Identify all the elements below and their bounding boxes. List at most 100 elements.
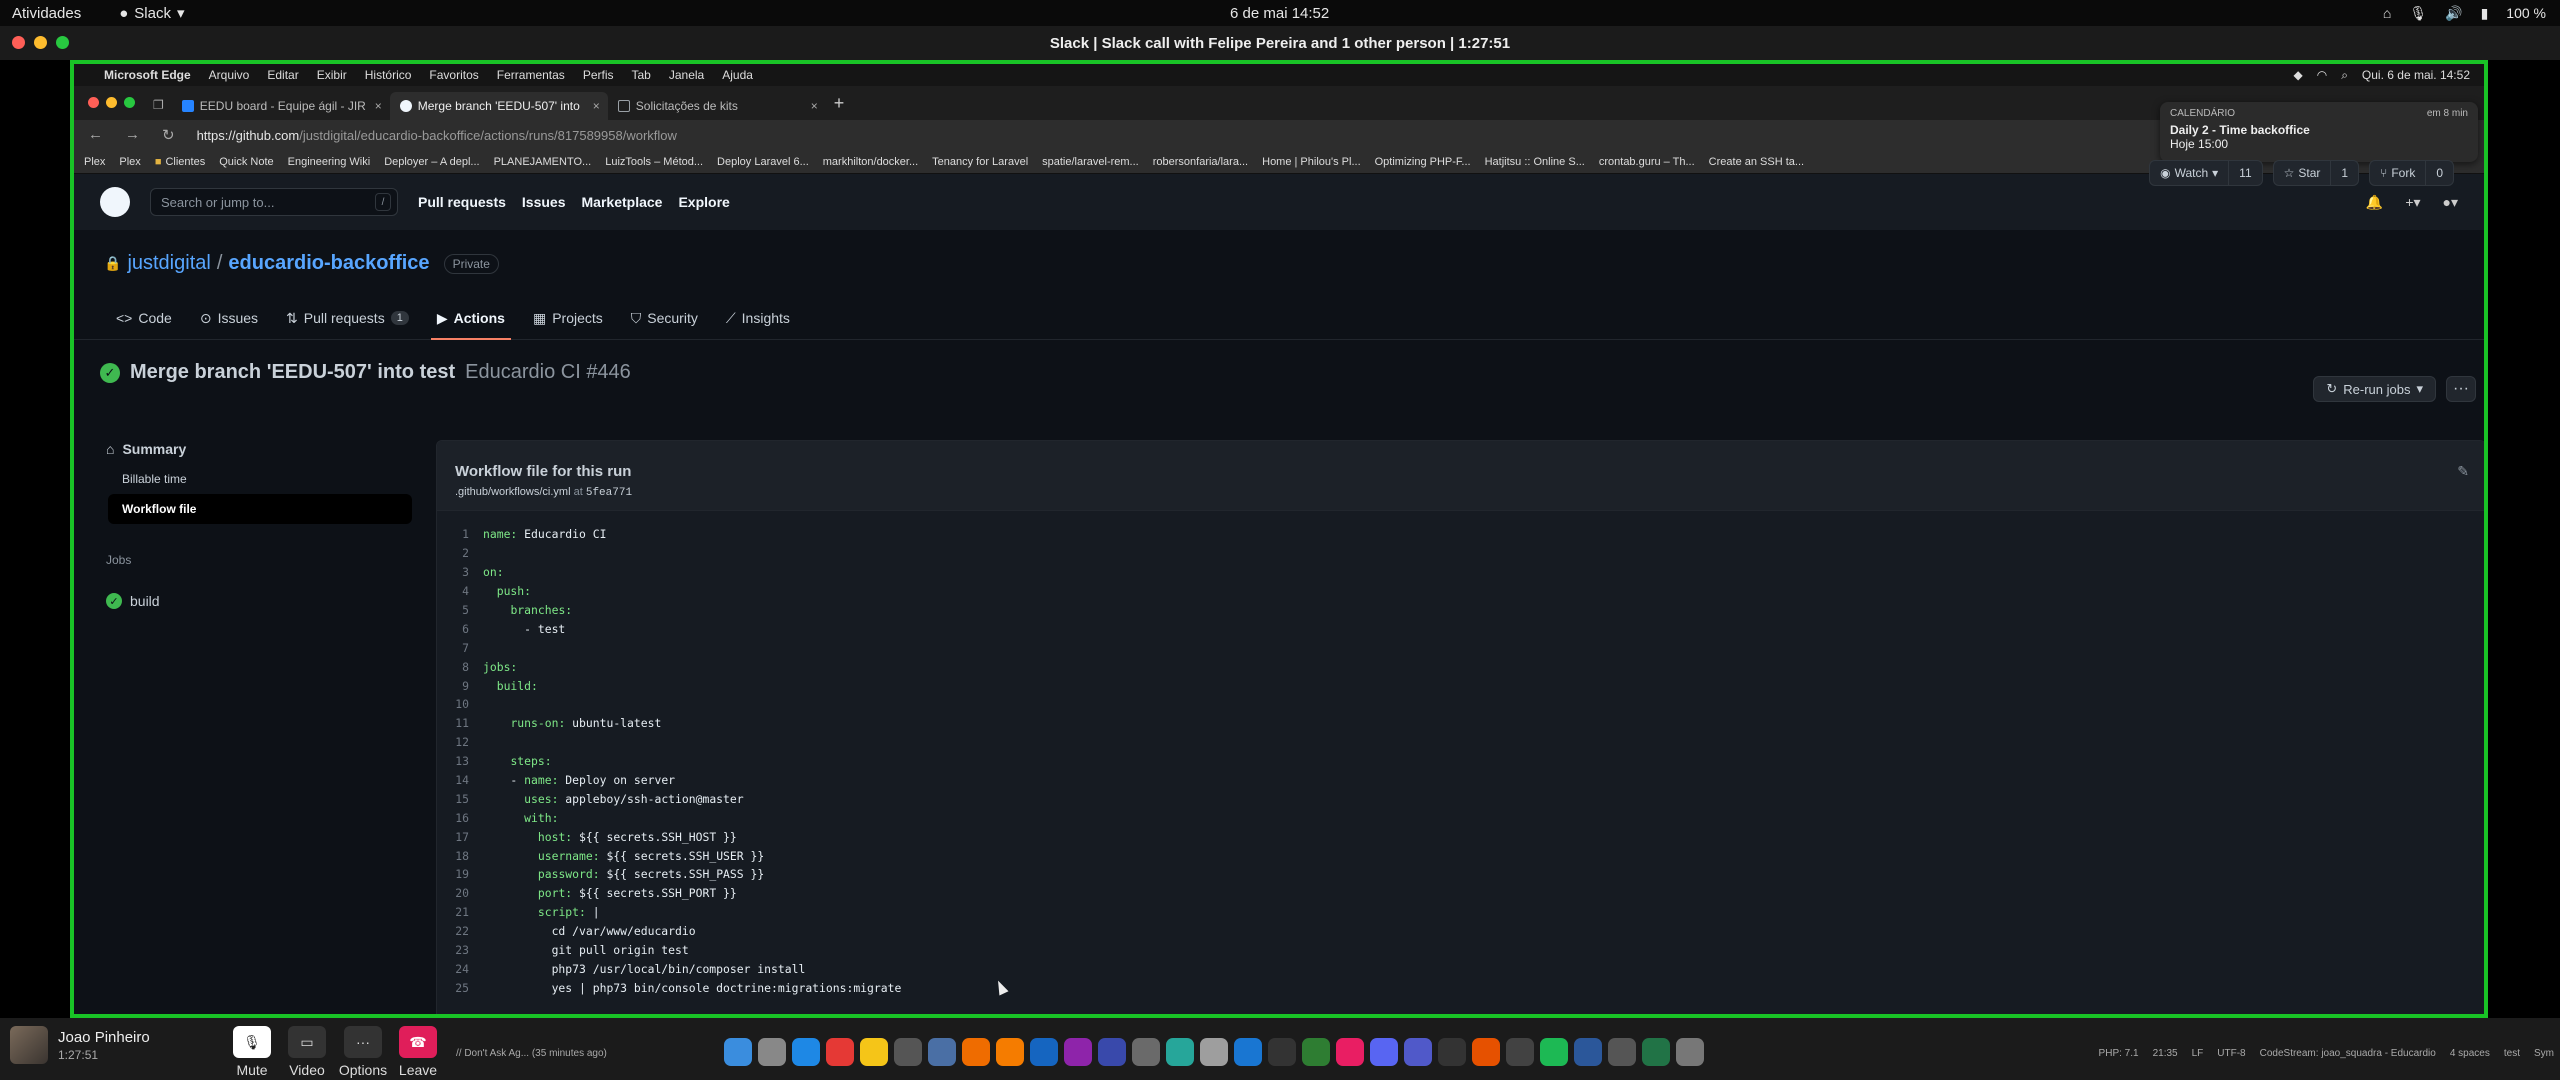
- menu-perfis[interactable]: Perfis: [583, 68, 614, 82]
- minimize-window-button[interactable]: [34, 36, 47, 49]
- menu-favoritos[interactable]: Favoritos: [429, 68, 478, 82]
- new-tab-button[interactable]: +: [834, 93, 845, 114]
- browser-maximize-button[interactable]: [124, 97, 135, 108]
- dropbox-icon[interactable]: ◆: [2293, 68, 2302, 82]
- tab-actions[interactable]: ▶ Actions: [430, 296, 512, 340]
- dock-app-icon[interactable]: [724, 1038, 752, 1066]
- repo-name-link[interactable]: educardio-backoffice: [228, 252, 429, 275]
- mac-app-name[interactable]: Microsoft Edge: [104, 68, 191, 82]
- nav-explore[interactable]: Explore: [678, 194, 729, 210]
- dock-app-icon[interactable]: [1608, 1038, 1636, 1066]
- bookmark[interactable]: Quick Note: [219, 156, 273, 168]
- url-field[interactable]: https://github.com/justdigital/educardio…: [197, 128, 677, 143]
- pencil-icon[interactable]: ✎: [2457, 463, 2469, 480]
- plus-icon[interactable]: +▾: [2405, 194, 2420, 211]
- options-button[interactable]: ··· Options: [336, 1026, 390, 1078]
- bookmark[interactable]: robersonfaria/lara...: [1153, 156, 1248, 168]
- forward-icon[interactable]: →: [125, 126, 140, 144]
- bookmark[interactable]: ■ Clientes: [155, 156, 205, 168]
- bookmark[interactable]: Plex: [119, 156, 140, 168]
- bookmark[interactable]: Deployer – A depl...: [384, 156, 479, 168]
- github-logo-icon[interactable]: [100, 187, 130, 217]
- dock-app-icon[interactable]: [928, 1038, 956, 1066]
- dock-app-icon[interactable]: [1540, 1038, 1568, 1066]
- bookmark[interactable]: Tenancy for Laravel: [932, 156, 1028, 168]
- sidebar-item-summary[interactable]: ⌂ Summary: [100, 434, 412, 464]
- dock-app-icon[interactable]: [1472, 1038, 1500, 1066]
- fork-button[interactable]: ⑂ Fork 0: [2369, 160, 2454, 186]
- tab-insights[interactable]: ⟋ Insights: [726, 296, 790, 340]
- status-php[interactable]: PHP: 7.1: [2099, 1048, 2139, 1059]
- nav-pull-requests[interactable]: Pull requests: [418, 194, 506, 210]
- dock-app-icon[interactable]: [758, 1038, 786, 1066]
- back-icon[interactable]: ←: [88, 126, 103, 144]
- dock-app-icon[interactable]: [860, 1038, 888, 1066]
- mac-datetime[interactable]: Qui. 6 de mai. 14:52: [2362, 68, 2470, 82]
- dock-app-icon[interactable]: [894, 1038, 922, 1066]
- watch-button[interactable]: ◉ Watch ▾ 11: [2149, 160, 2263, 186]
- dock-app-icon[interactable]: [1506, 1038, 1534, 1066]
- avatar[interactable]: ●▾: [2443, 194, 2458, 211]
- tab-jira[interactable]: EEDU board - Equipe ágil - JIR ×: [172, 92, 390, 120]
- bookmark[interactable]: spatie/laravel-rem...: [1042, 156, 1139, 168]
- tab-issues[interactable]: ⊙ Issues: [200, 296, 258, 340]
- bookmark[interactable]: Optimizing PHP-F...: [1375, 156, 1471, 168]
- calendar-notification[interactable]: CALENDÁRIO em 8 min Daily 2 - Time backof…: [2160, 102, 2478, 162]
- menu-ajuda[interactable]: Ajuda: [722, 68, 753, 82]
- rerun-jobs-button[interactable]: ↻ Re-run jobs ▾: [2313, 376, 2436, 402]
- dock-app-icon[interactable]: [1200, 1038, 1228, 1066]
- menu-janela[interactable]: Janela: [669, 68, 704, 82]
- dock-app-icon[interactable]: [1336, 1038, 1364, 1066]
- watch-count[interactable]: 11: [2229, 166, 2261, 180]
- commit-sha-link[interactable]: 5fea771: [586, 487, 632, 499]
- dock-app-icon[interactable]: [1030, 1038, 1058, 1066]
- close-tab-icon[interactable]: ×: [811, 99, 818, 113]
- dock-app-icon[interactable]: [1370, 1038, 1398, 1066]
- dock-app-icon[interactable]: [792, 1038, 820, 1066]
- system-tray[interactable]: ⌂ 🎙 🔊 ▮ 100 %: [2383, 5, 2546, 22]
- video-button[interactable]: ▭ Video: [280, 1026, 334, 1078]
- bookmark[interactable]: crontab.guru – Th...: [1599, 156, 1695, 168]
- bookmark[interactable]: Home | Philou's Pl...: [1262, 156, 1361, 168]
- bookmark[interactable]: Plex: [84, 156, 105, 168]
- nav-marketplace[interactable]: Marketplace: [582, 194, 663, 210]
- status-codestream[interactable]: CodeStream: joao_squadra - Educardio: [2260, 1048, 2436, 1059]
- mute-button[interactable]: 🎙 Mute: [225, 1026, 279, 1078]
- close-window-button[interactable]: [12, 36, 25, 49]
- menu-exibir[interactable]: Exibir: [317, 68, 347, 82]
- dock-app-icon[interactable]: [1642, 1038, 1670, 1066]
- dock-app-icon[interactable]: [962, 1038, 990, 1066]
- app-menu[interactable]: ● Slack ▾: [119, 4, 184, 23]
- bookmark[interactable]: Engineering Wiki: [288, 156, 371, 168]
- workflow-path-link[interactable]: .github/workflows/ci.yml: [455, 486, 571, 498]
- tab-github-run[interactable]: Merge branch 'EEDU-507' into ×: [389, 92, 608, 120]
- dock-app-icon[interactable]: [1268, 1038, 1296, 1066]
- nav-issues[interactable]: Issues: [522, 194, 566, 210]
- maximize-window-button[interactable]: [56, 36, 69, 49]
- more-options-button[interactable]: ···: [2446, 376, 2476, 402]
- dock-app-icon[interactable]: [1064, 1038, 1092, 1066]
- status-sym[interactable]: Sym: [2534, 1048, 2554, 1059]
- fork-count[interactable]: 0: [2426, 166, 2453, 180]
- tab-pull-requests[interactable]: ⇅ Pull requests 1: [286, 296, 409, 340]
- tab-projects[interactable]: ▦ Projects: [533, 296, 603, 340]
- browser-minimize-button[interactable]: [106, 97, 117, 108]
- menu-historico[interactable]: Histórico: [365, 68, 412, 82]
- tab-actions-icon[interactable]: ❐: [153, 98, 164, 112]
- menu-ferramentas[interactable]: Ferramentas: [497, 68, 565, 82]
- status-indent[interactable]: 4 spaces: [2450, 1048, 2490, 1059]
- dock-app-icon[interactable]: [826, 1038, 854, 1066]
- dock-app-icon[interactable]: [1234, 1038, 1262, 1066]
- dock-app-icon[interactable]: [1574, 1038, 1602, 1066]
- menu-tab[interactable]: Tab: [632, 68, 651, 82]
- sidebar-item-workflow-file[interactable]: Workflow file: [108, 494, 412, 524]
- bookmark[interactable]: markhilton/docker...: [823, 156, 918, 168]
- dock-app-icon[interactable]: [1302, 1038, 1330, 1066]
- dock-app-icon[interactable]: [1676, 1038, 1704, 1066]
- dock-app-icon[interactable]: [996, 1038, 1024, 1066]
- wifi-icon[interactable]: ◠: [2317, 68, 2327, 82]
- star-button[interactable]: ☆ Star 1: [2272, 160, 2360, 186]
- browser-close-button[interactable]: [88, 97, 99, 108]
- menu-editar[interactable]: Editar: [267, 68, 298, 82]
- tab-code[interactable]: <> Code: [116, 296, 172, 340]
